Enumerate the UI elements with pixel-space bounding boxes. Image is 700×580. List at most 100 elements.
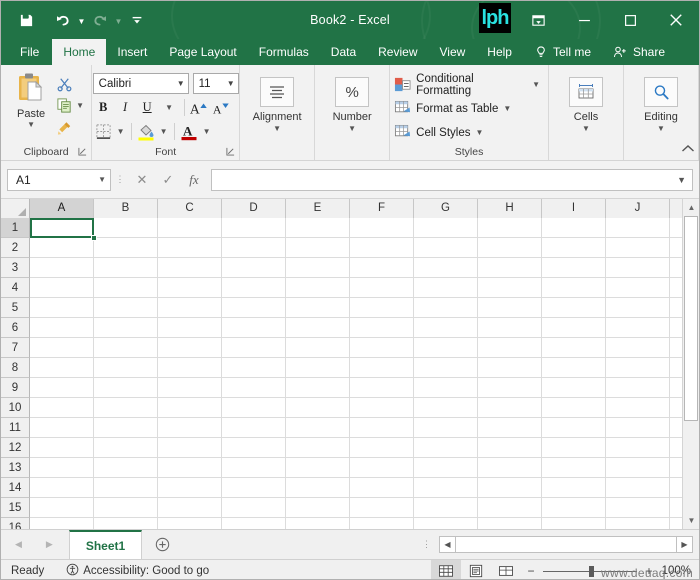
cell-E8[interactable] [286, 358, 350, 378]
cell-E10[interactable] [286, 398, 350, 418]
cell-F6[interactable] [350, 318, 414, 338]
cell-F7[interactable] [350, 338, 414, 358]
cell-G8[interactable] [414, 358, 478, 378]
minimize-icon[interactable] [561, 1, 607, 39]
cell-J12[interactable] [606, 438, 670, 458]
cell-G3[interactable] [414, 258, 478, 278]
cell-J2[interactable] [606, 238, 670, 258]
cell-D2[interactable] [222, 238, 286, 258]
cell-A10[interactable] [30, 398, 94, 418]
cell-D16[interactable] [222, 518, 286, 529]
cell-A6[interactable] [30, 318, 94, 338]
cell-G7[interactable] [414, 338, 478, 358]
cell-E13[interactable] [286, 458, 350, 478]
cell-A2[interactable] [30, 238, 94, 258]
column-header-e[interactable]: E [286, 199, 350, 218]
grid-cells[interactable] [30, 218, 699, 529]
cell-A11[interactable] [30, 418, 94, 438]
cell-C1[interactable] [158, 218, 222, 238]
cell-E6[interactable] [286, 318, 350, 338]
cell-B15[interactable] [94, 498, 158, 518]
column-header-a[interactable]: A [30, 199, 94, 218]
cell-C6[interactable] [158, 318, 222, 338]
increase-font-size-button[interactable]: A [189, 97, 210, 118]
cell-A16[interactable] [30, 518, 94, 529]
cell-G6[interactable] [414, 318, 478, 338]
row-header-15[interactable]: 15 [1, 498, 30, 518]
cell-C9[interactable] [158, 378, 222, 398]
editing-collapsed-button[interactable]: Editing ▼ [628, 68, 694, 133]
cells-collapsed-button[interactable]: Cells ▼ [553, 68, 619, 133]
format-as-table-caret-icon[interactable]: ▼ [503, 104, 511, 113]
cell-I11[interactable] [542, 418, 606, 438]
cell-E5[interactable] [286, 298, 350, 318]
fill-handle[interactable] [91, 235, 97, 241]
cell-D13[interactable] [222, 458, 286, 478]
cell-G2[interactable] [414, 238, 478, 258]
cell-D10[interactable] [222, 398, 286, 418]
format-painter-button[interactable]: ▼ [56, 117, 86, 137]
format-as-table-button[interactable]: Format as Table ▼ [394, 98, 544, 119]
cell-E2[interactable] [286, 238, 350, 258]
underline-button[interactable]: U [137, 97, 158, 118]
cell-J9[interactable] [606, 378, 670, 398]
editing-caret-icon[interactable]: ▼ [657, 124, 665, 133]
cell-G12[interactable] [414, 438, 478, 458]
row-header-2[interactable]: 2 [1, 238, 30, 258]
fill-color-button[interactable] [136, 121, 157, 142]
cell-A13[interactable] [30, 458, 94, 478]
tab-view[interactable]: View [429, 39, 477, 65]
cells-caret-icon[interactable]: ▼ [582, 124, 590, 133]
cell-C14[interactable] [158, 478, 222, 498]
column-header-f[interactable]: F [350, 199, 414, 218]
enter-formula-button[interactable]: ✓ [155, 169, 181, 191]
cell-D11[interactable] [222, 418, 286, 438]
cell-G1[interactable] [414, 218, 478, 238]
cell-F15[interactable] [350, 498, 414, 518]
cell-F13[interactable] [350, 458, 414, 478]
cell-H11[interactable] [478, 418, 542, 438]
font-color-caret-icon[interactable]: ▼ [201, 121, 213, 142]
row-header-1[interactable]: 1 [1, 218, 30, 238]
column-header-h[interactable]: H [478, 199, 542, 218]
tab-home[interactable]: Home [52, 39, 107, 65]
cell-I5[interactable] [542, 298, 606, 318]
cell-G10[interactable] [414, 398, 478, 418]
undo-icon[interactable] [52, 8, 74, 32]
cell-I10[interactable] [542, 398, 606, 418]
number-caret-icon[interactable]: ▼ [348, 124, 356, 133]
close-icon[interactable] [653, 1, 699, 39]
cell-A4[interactable] [30, 278, 94, 298]
font-size-combobox[interactable]: 11 ▼ [192, 73, 239, 94]
cell-F5[interactable] [350, 298, 414, 318]
cell-A12[interactable] [30, 438, 94, 458]
cell-J10[interactable] [606, 398, 670, 418]
cell-A5[interactable] [30, 298, 94, 318]
normal-view-button[interactable] [431, 560, 461, 579]
conditional-formatting-button[interactable]: Conditional Formatting ▼ [394, 73, 544, 97]
cell-G15[interactable] [414, 498, 478, 518]
cell-B5[interactable] [94, 298, 158, 318]
cell-C16[interactable] [158, 518, 222, 529]
cell-E12[interactable] [286, 438, 350, 458]
insert-function-button[interactable]: fx [181, 169, 207, 191]
borders-caret-icon[interactable]: ▼ [115, 121, 127, 142]
paste-caret-icon[interactable]: ▼ [27, 121, 35, 129]
cell-F10[interactable] [350, 398, 414, 418]
cell-J15[interactable] [606, 498, 670, 518]
column-header-c[interactable]: C [158, 199, 222, 218]
cell-I9[interactable] [542, 378, 606, 398]
alignment-collapsed-button[interactable]: Alignment ▼ [244, 68, 310, 133]
cell-I8[interactable] [542, 358, 606, 378]
formula-input[interactable]: ▼ [211, 168, 693, 191]
cell-B8[interactable] [94, 358, 158, 378]
decrease-font-size-button[interactable]: A [211, 97, 232, 118]
cell-I2[interactable] [542, 238, 606, 258]
cell-styles-button[interactable]: Cell Styles ▼ [394, 122, 544, 143]
cell-H5[interactable] [478, 298, 542, 318]
cell-E11[interactable] [286, 418, 350, 438]
cell-I7[interactable] [542, 338, 606, 358]
cell-J11[interactable] [606, 418, 670, 438]
cell-D4[interactable] [222, 278, 286, 298]
row-header-4[interactable]: 4 [1, 278, 30, 298]
